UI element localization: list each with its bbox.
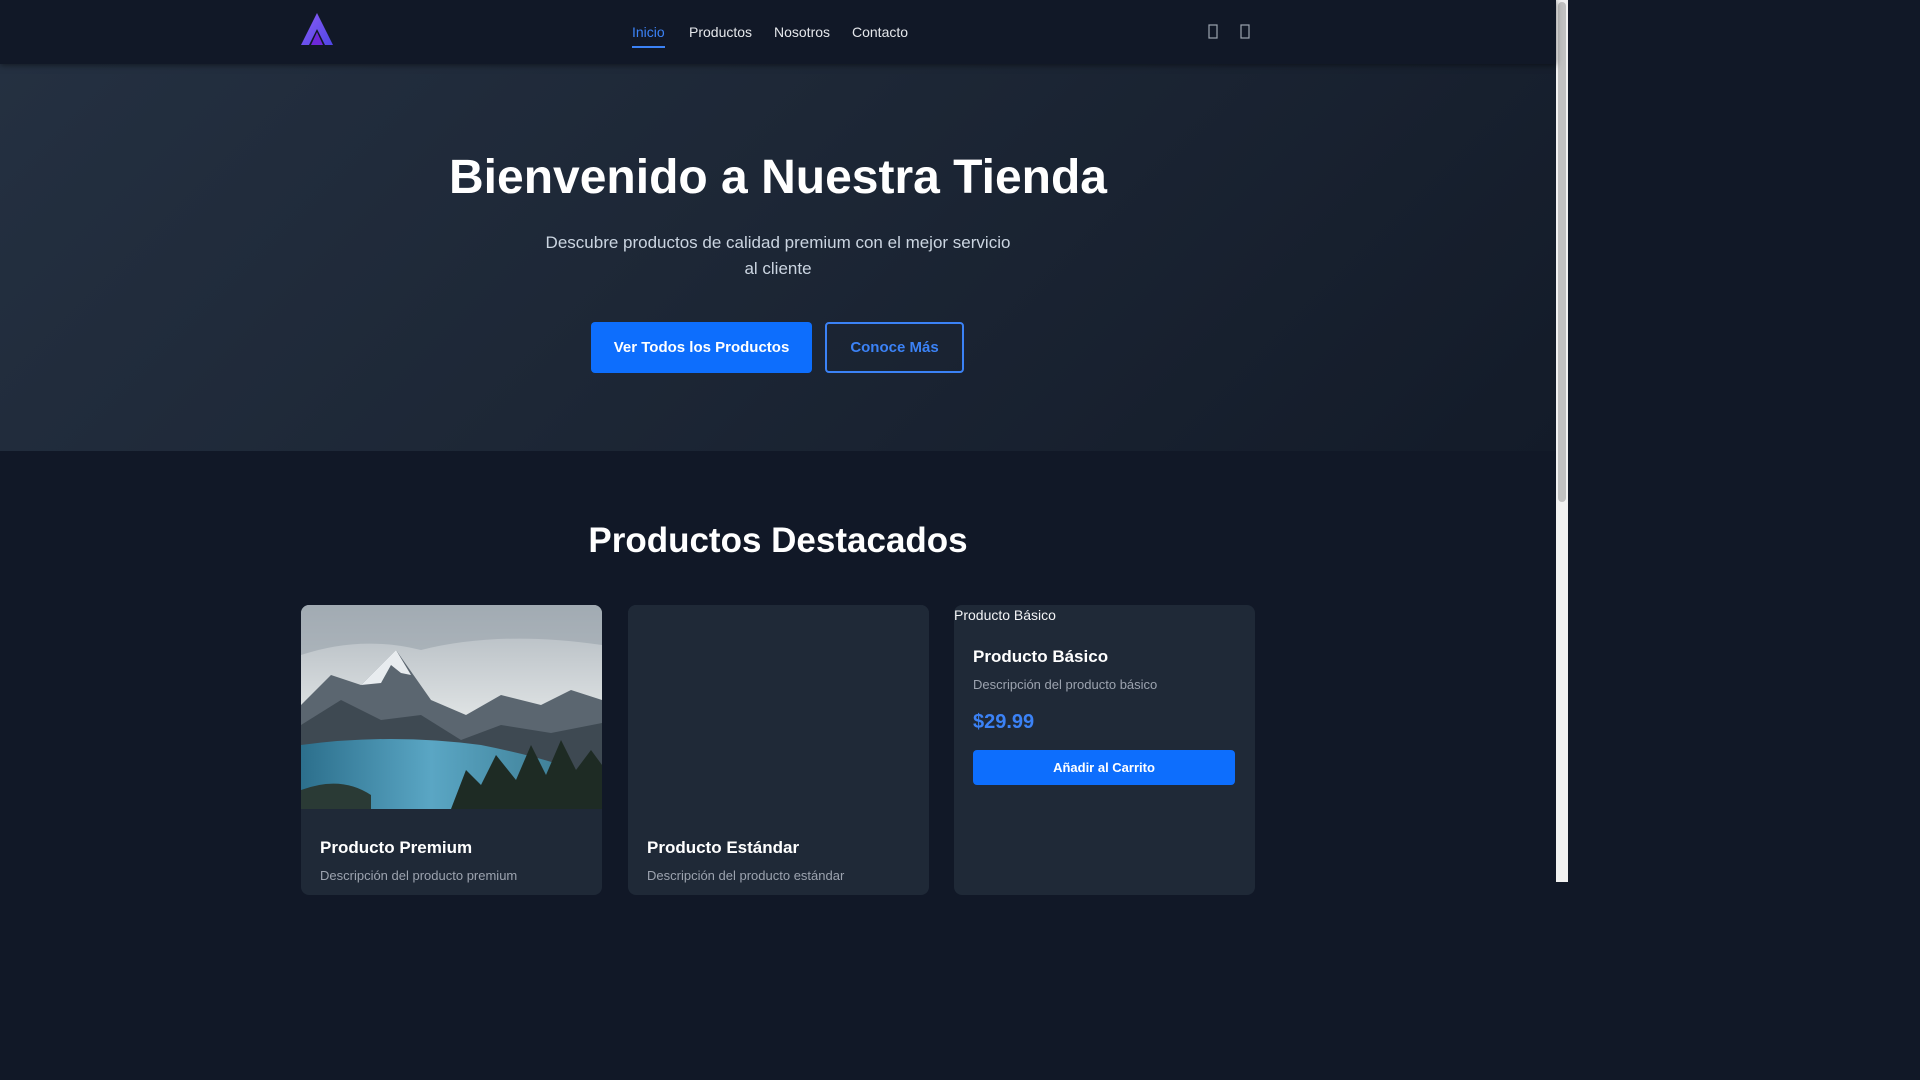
broken-image-alt-text: Producto Básico xyxy=(954,607,1056,623)
hero-section: Bienvenido a Nuestra Tienda Descubre pro… xyxy=(0,64,1556,451)
page-scrollbar[interactable] xyxy=(1556,0,1568,882)
nav-link-contacto[interactable]: Contacto xyxy=(852,24,908,40)
nav-link-inicio[interactable]: Inicio xyxy=(632,24,665,48)
view-all-products-button[interactable]: Ver Todos los Productos xyxy=(591,322,812,373)
nav-link-nosotros[interactable]: Nosotros xyxy=(774,24,830,40)
add-to-cart-button[interactable]: Añadir al Carrito xyxy=(973,750,1235,785)
product-card-standard: Producto Estándar Descripción del produc… xyxy=(628,605,929,895)
product-description: Descripción del producto premium xyxy=(320,868,518,883)
product-description: Descripción del producto estándar xyxy=(647,868,845,883)
product-name: Producto Estándar xyxy=(647,838,800,857)
product-card-premium: Producto Premium Descripción del product… xyxy=(301,605,602,895)
product-price: $29.99 xyxy=(973,711,1035,733)
hero-title: Bienvenido a Nuestra Tienda xyxy=(449,151,1107,204)
hero-subtitle: Descubre productos de calidad premium co… xyxy=(545,233,1011,278)
product-name: Producto Premium xyxy=(320,838,473,857)
product-image-premium[interactable] xyxy=(301,605,602,809)
product-name: Producto Básico xyxy=(973,647,1109,666)
featured-section-title: Productos Destacados xyxy=(588,521,968,560)
product-card-basic: Producto Básico Producto Básico Descripc… xyxy=(954,605,1255,895)
navbar: Inicio Productos Nosotros Contacto xyxy=(0,0,1556,64)
scrollbar-thumb[interactable] xyxy=(1558,2,1566,502)
nav-link-productos[interactable]: Productos xyxy=(689,24,752,40)
main-nav: Inicio Productos Nosotros Contacto xyxy=(0,0,1556,64)
learn-more-button[interactable]: Conoce Más xyxy=(825,322,964,373)
product-image-standard[interactable] xyxy=(628,605,929,809)
cart-icon[interactable] xyxy=(1236,22,1254,42)
product-description: Descripción del producto básico xyxy=(973,677,1158,692)
search-icon[interactable] xyxy=(1204,22,1222,42)
